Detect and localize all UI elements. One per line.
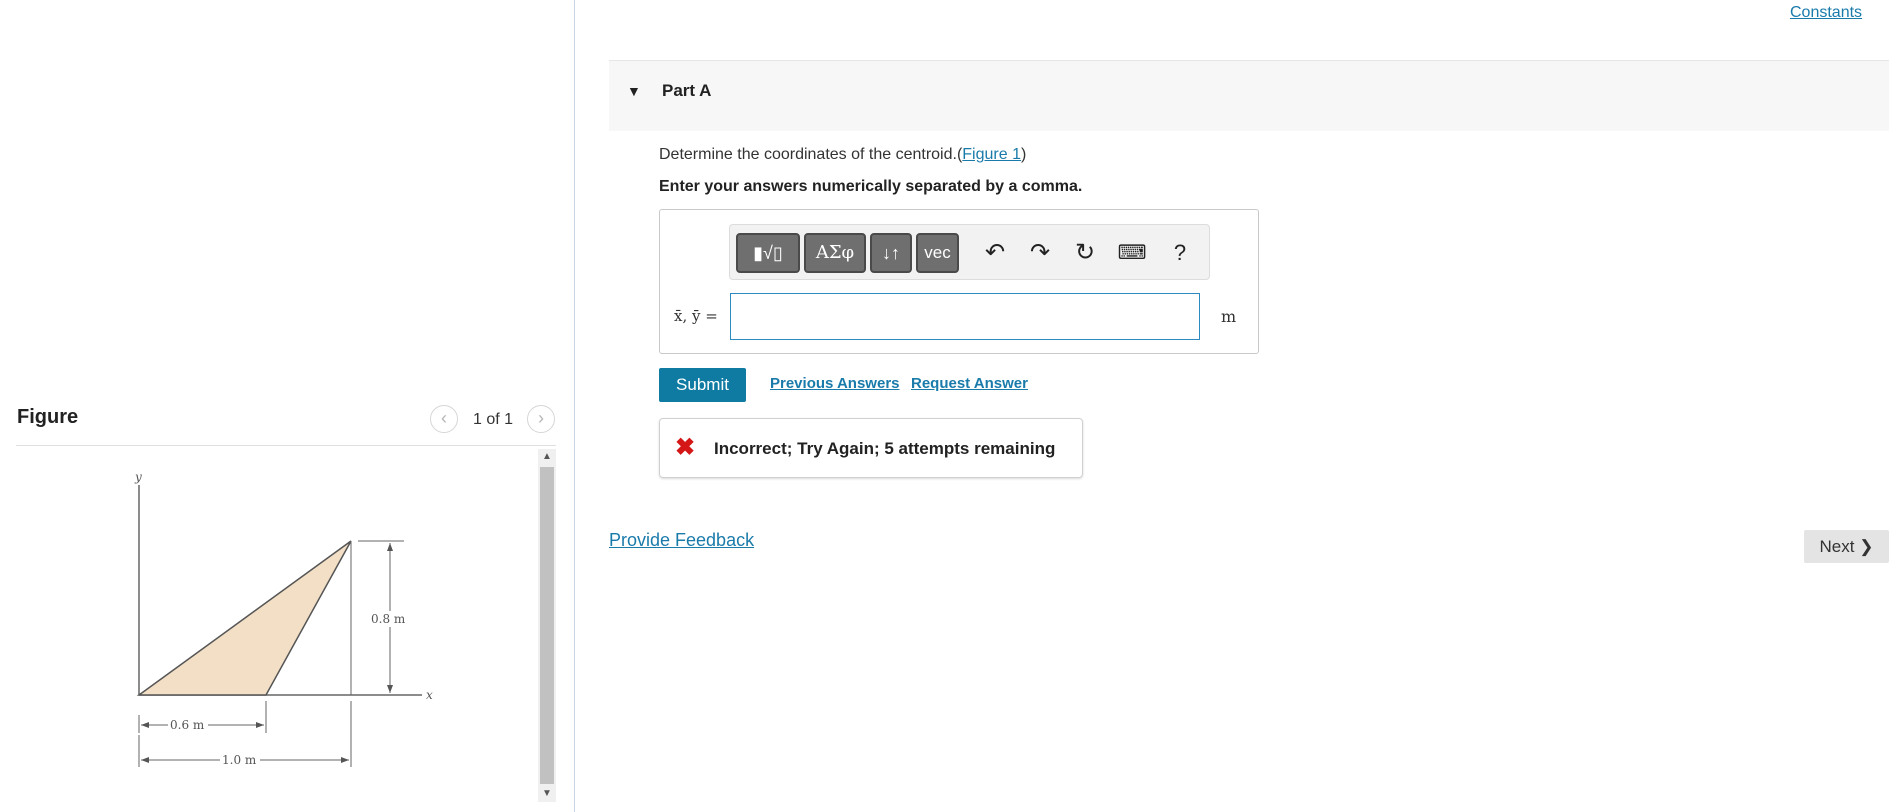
- previous-answers-link[interactable]: Previous Answers: [770, 375, 900, 392]
- arrows-button[interactable]: ↓↑: [870, 233, 912, 273]
- scroll-down-arrow-icon[interactable]: ▼: [538, 786, 556, 802]
- caret-down-icon[interactable]: ▼: [627, 83, 641, 99]
- feedback-message-box: ✖ Incorrect; Try Again; 5 attempts remai…: [659, 418, 1083, 478]
- figure-scrollbar[interactable]: ▲ ▼: [538, 449, 556, 802]
- chevron-right-icon: ›: [538, 408, 544, 428]
- scroll-up-arrow-icon[interactable]: ▲: [538, 449, 556, 465]
- request-answer-link[interactable]: Request Answer: [911, 375, 1028, 392]
- submit-button[interactable]: Submit: [659, 368, 746, 402]
- base-label: 0.6 m: [170, 718, 205, 732]
- panel-divider: [574, 0, 575, 812]
- height-label: 0.8 m: [371, 612, 406, 626]
- help-icon[interactable]: ?: [1165, 235, 1195, 271]
- figure-pager-count: 1 of 1: [473, 411, 514, 428]
- scrollbar-thumb[interactable]: [540, 467, 554, 784]
- keyboard-icon[interactable]: ⌨: [1117, 235, 1147, 271]
- math-toolbar: ▮√▯ ΑΣφ ↓↑ vec ↶ ↷ ↻ ⌨ ?: [729, 224, 1210, 280]
- feedback-text: Incorrect; Try Again; 5 attempts remaini…: [714, 439, 1056, 458]
- x-axis-label: x: [426, 688, 433, 702]
- next-button[interactable]: Next ❯: [1804, 530, 1889, 563]
- constants-link[interactable]: Constants: [1790, 4, 1862, 22]
- symbols-button[interactable]: ΑΣφ: [804, 233, 866, 273]
- height-arrow-bottom: [387, 685, 393, 693]
- provide-feedback-link[interactable]: Provide Feedback: [609, 530, 754, 551]
- unit-label: m: [1221, 307, 1237, 326]
- reset-icon[interactable]: ↻: [1070, 235, 1100, 271]
- vector-button[interactable]: vec: [916, 233, 959, 273]
- width-label: 1.0 m: [222, 753, 257, 767]
- variable-label: x̄, ȳ =: [674, 307, 718, 325]
- height-arrow-top: [387, 543, 393, 551]
- chevron-left-icon: ‹: [441, 408, 447, 428]
- redo-icon[interactable]: ↷: [1025, 235, 1055, 271]
- figure-divider: [16, 445, 556, 446]
- centroid-figure: y x 0.8 m 0.6 m 1.0 m: [134, 470, 433, 768]
- part-title: Part A: [662, 81, 712, 100]
- instruction-text: Enter your answers numerically separated…: [659, 178, 1083, 195]
- figure-title: Figure: [17, 406, 79, 428]
- next-figure-button[interactable]: ›: [527, 405, 555, 433]
- answer-input[interactable]: [730, 293, 1200, 340]
- part-a-header[interactable]: ▼ Part A: [609, 60, 1889, 131]
- figure-1-link[interactable]: Figure 1: [962, 146, 1021, 163]
- question-text: Determine the coordinates of the centroi…: [659, 146, 1027, 163]
- y-axis-label: y: [134, 470, 142, 484]
- previous-figure-button[interactable]: ‹: [430, 405, 458, 433]
- triangle-shape: [136, 540, 352, 696]
- error-x-icon: ✖: [675, 434, 696, 461]
- answer-box: ▮√▯ ΑΣφ ↓↑ vec ↶ ↷ ↻ ⌨ ? x̄, ȳ = m: [659, 209, 1259, 354]
- undo-icon[interactable]: ↶: [980, 235, 1010, 271]
- figure-panel: Figure ‹ 1 of 1 › y x 0.8 m 0.6 m 1.0 m …: [0, 0, 575, 812]
- templates-button[interactable]: ▮√▯: [736, 233, 800, 273]
